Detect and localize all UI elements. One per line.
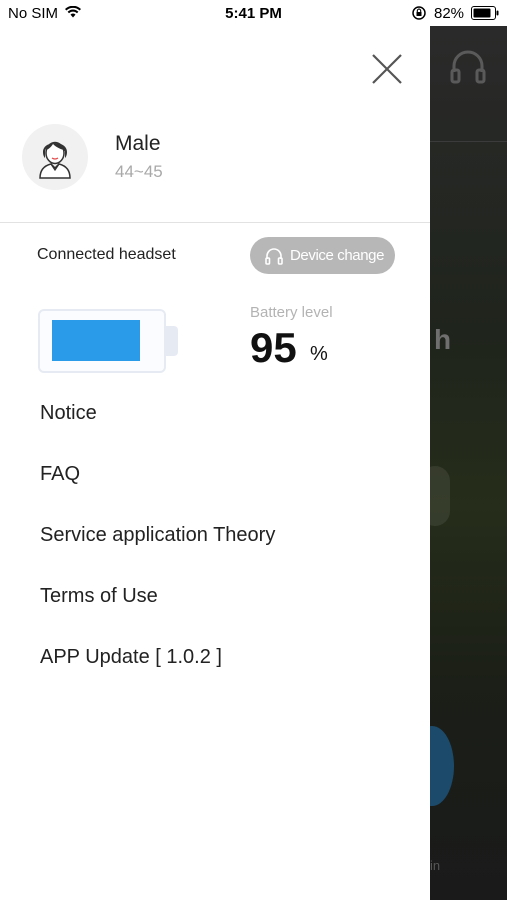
battery-level-unit: % [310,343,328,365]
connected-headset-label: Connected headset [37,246,176,263]
menu-item-faq[interactable]: FAQ [40,463,80,486]
background-shape [430,466,450,526]
status-battery-percent: 82% [434,5,465,22]
menu-item-service-theory[interactable]: Service application Theory [40,524,275,547]
background-caption-fragment: in [430,858,441,873]
avatar [22,124,88,190]
headphones-icon [265,248,283,265]
menu-item-terms-of-use[interactable]: Terms of Use [40,585,158,608]
battery-level-label: Battery level [250,304,333,321]
status-battery-icon [471,6,499,20]
background-heading-fragment: h [434,324,452,355]
close-icon[interactable] [370,52,404,86]
battery-icon [38,309,182,373]
background-app-overlay[interactable]: h in [430,26,507,900]
battery-fill [52,320,140,361]
side-drawer: Male 44~45 Connected headset Device chan… [0,26,430,900]
background-divider [430,141,507,142]
menu-item-notice[interactable]: Notice [40,402,97,425]
headphones-icon [450,50,486,84]
battery-cap [164,326,178,356]
profile-gender: Male [115,132,161,155]
background-button [430,726,454,806]
menu-item-app-update[interactable]: APP Update [ 1.0.2 ] [40,646,222,669]
device-change-label: Device change [290,247,385,264]
orientation-lock-icon [412,6,426,20]
battery-level-value: 95 [250,324,297,371]
user-avatar-icon [39,141,71,179]
device-change-button[interactable]: Device change [250,237,395,274]
profile-divider [0,222,430,223]
status-time: 5:41 PM [225,5,282,22]
profile-age-range: 44~45 [115,162,163,181]
status-bar: No SIM 5:41 PM 82% [0,0,507,26]
